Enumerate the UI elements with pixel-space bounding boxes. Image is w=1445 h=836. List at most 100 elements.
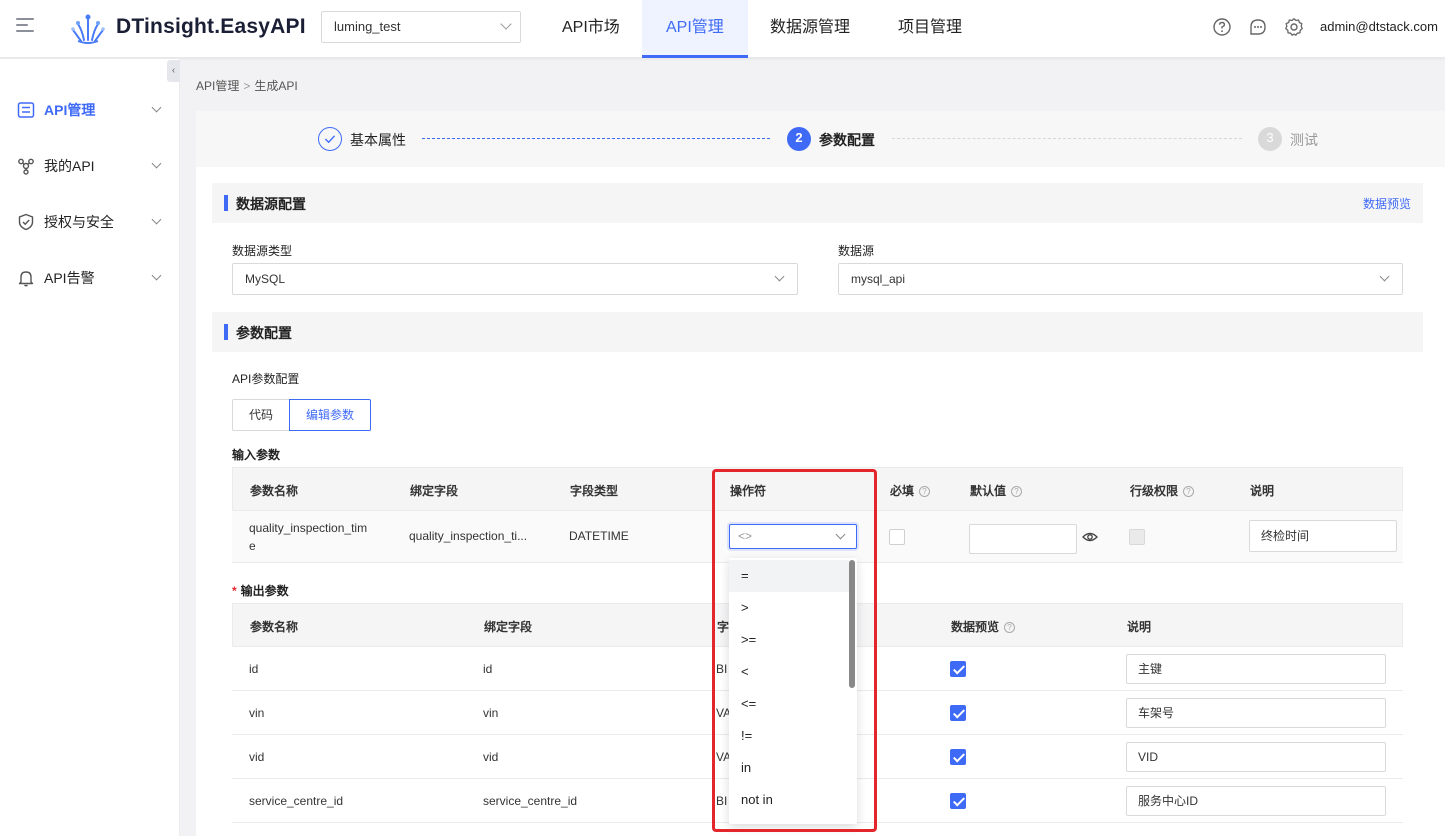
bind-field-cell: service_centre_id [483, 794, 578, 808]
dropdown-scrollbar[interactable] [849, 560, 855, 688]
project-select[interactable]: luming_test [321, 11, 521, 43]
datasource-select[interactable]: mysql_api [838, 263, 1403, 295]
param-name-cell: service_centre_id [249, 794, 344, 808]
chevron-down-icon [151, 214, 162, 225]
sidebar-item-api-alert[interactable]: API告警 [0, 256, 180, 300]
breadcrumb: API管理 > 生成API [196, 77, 298, 94]
chevron-down-icon [151, 102, 162, 113]
operator-select[interactable]: <> [729, 524, 857, 549]
step-connector [892, 138, 1242, 139]
default-value-input[interactable] [969, 524, 1077, 554]
nav-api-management[interactable]: API管理 [642, 0, 748, 58]
user-account[interactable]: admin@dtstack.com [1320, 19, 1438, 34]
sidebar-item-label: 我的API [44, 158, 95, 174]
question-icon[interactable]: ? [1183, 486, 1195, 497]
gear-icon[interactable] [1284, 17, 1304, 37]
tab-code[interactable]: 代码 [232, 399, 290, 431]
required-star: * [232, 584, 237, 598]
help-icon[interactable] [1212, 17, 1232, 37]
description-input[interactable]: VID [1126, 742, 1386, 772]
chevron-down-icon [1379, 271, 1390, 282]
column-header: 操作符 [730, 484, 767, 498]
field-type-cell: BI [716, 794, 728, 808]
data-preview-checkbox[interactable] [950, 661, 966, 677]
column-header: 默认值? [970, 482, 1023, 499]
steps-bar: 基本属性 2 参数配置 3 测试 [196, 111, 1445, 167]
column-header: 说明 [1127, 620, 1152, 634]
param-name-cell: quality_inspection_tim e [249, 519, 367, 555]
sidebar-item-label: API管理 [44, 102, 96, 118]
operator-option[interactable]: = [729, 560, 849, 592]
datasource-value: mysql_api [851, 272, 906, 286]
nav-datasource-management[interactable]: 数据源管理 [746, 0, 874, 58]
bind-field-cell: quality_inspection_ti... [409, 529, 528, 543]
column-header: 行级权限? [1130, 482, 1195, 499]
param-section-header: 参数配置 [212, 312, 1423, 352]
field-type-cell: BI [716, 662, 728, 676]
column-header: 绑定字段 [484, 620, 533, 634]
data-preview-link[interactable]: 数据预览 [1363, 195, 1411, 212]
operator-option[interactable]: in [729, 752, 849, 784]
param-name-cell: vin [249, 706, 265, 720]
chevron-down-icon [835, 529, 846, 540]
operator-option[interactable]: >= [729, 624, 849, 656]
description-input[interactable]: 服务中心ID [1126, 786, 1386, 816]
datasource-section-header: 数据源配置 数据预览 [212, 183, 1423, 223]
table-header: 参数名称 绑定字段 字段类型 操作符 必填? 默认值? 行级权限? 说明 [232, 467, 1403, 511]
logo-icon [71, 14, 105, 44]
api-param-config-label: API参数配置 [232, 372, 300, 386]
message-icon[interactable] [1248, 17, 1268, 37]
datasource-label: 数据源 [838, 244, 875, 258]
field-type-cell: DATETIME [569, 529, 629, 543]
column-header: 说明 [1250, 484, 1275, 498]
description-input[interactable]: 车架号 [1126, 698, 1386, 728]
sidebar-item-my-api[interactable]: 我的API [0, 144, 180, 188]
operator-option[interactable]: != [729, 720, 849, 752]
sidebar-item-api-management[interactable]: API管理 [0, 88, 180, 132]
input-params-title: 输入参数 [232, 448, 281, 462]
column-header-label: 数据预览 [951, 620, 1000, 634]
breadcrumb-current: 生成API [254, 79, 298, 93]
data-preview-checkbox[interactable] [950, 793, 966, 809]
datasource-type-select[interactable]: MySQL [232, 263, 798, 295]
sidebar-collapse-button[interactable]: ‹ [167, 60, 180, 82]
tab-edit-params[interactable]: 编辑参数 [289, 399, 371, 431]
menu-toggle-icon[interactable] [16, 18, 34, 34]
param-name-cell: id [249, 662, 259, 676]
operator-option[interactable]: not in [729, 784, 849, 816]
nav-api-market[interactable]: API市场 [538, 0, 644, 58]
column-header-label: 默认值 [970, 484, 1007, 498]
eye-icon[interactable] [1082, 530, 1098, 544]
column-header-label: 必填 [890, 484, 915, 498]
hub-icon [18, 158, 34, 175]
operator-option[interactable]: <= [729, 688, 849, 720]
param-name-cell: vid [249, 750, 265, 764]
chevron-down-icon [774, 271, 785, 282]
column-header: 绑定字段 [410, 484, 459, 498]
bind-field-cell: vid [483, 750, 499, 764]
breadcrumb-separator: > [243, 79, 251, 93]
operator-option[interactable]: < [729, 656, 849, 688]
nav-project-management[interactable]: 项目管理 [874, 0, 986, 58]
breadcrumb-parent[interactable]: API管理 [196, 79, 239, 93]
step-label: 基本属性 [350, 132, 406, 148]
sidebar-item-auth-security[interactable]: 授权与安全 [0, 200, 180, 244]
data-preview-checkbox[interactable] [950, 705, 966, 721]
step-label: 测试 [1290, 132, 1318, 148]
check-icon [318, 127, 342, 151]
question-icon[interactable]: ? [1011, 486, 1023, 497]
data-preview-checkbox[interactable] [950, 749, 966, 765]
question-icon[interactable]: ? [1004, 622, 1016, 633]
description-input[interactable]: 终检时间 [1249, 520, 1397, 552]
operator-option[interactable]: > [729, 592, 849, 624]
column-header: 字 [717, 620, 730, 634]
param-name-line: e [249, 539, 256, 553]
step-number: 3 [1258, 127, 1282, 151]
app-title: DTinsight.EasyAPI [116, 15, 306, 38]
chevron-down-icon [500, 18, 512, 30]
question-icon[interactable]: ? [919, 486, 931, 497]
description-input[interactable]: 主键 [1126, 654, 1386, 684]
bell-icon [18, 271, 34, 287]
column-header: 字段类型 [570, 484, 619, 498]
required-checkbox[interactable] [889, 529, 905, 545]
